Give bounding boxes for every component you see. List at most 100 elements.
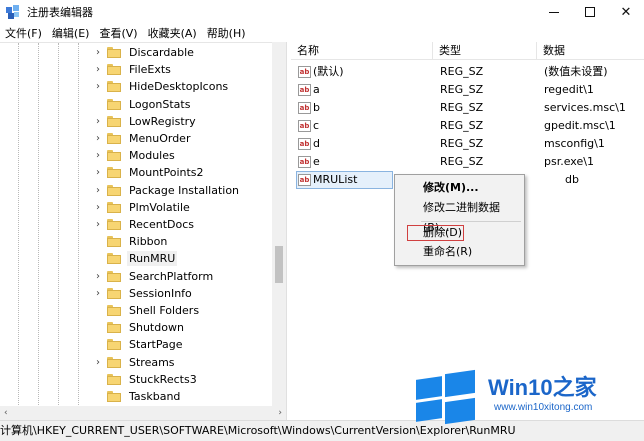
tree-item-label: StartPage [129,338,183,352]
expand-chevron-icon[interactable]: › [93,288,103,299]
tree-item[interactable]: StartPage [93,336,185,353]
context-rename[interactable]: 重命名(R) [395,242,524,262]
folder-icon [107,64,121,76]
maximize-button[interactable] [572,0,608,24]
tree-item[interactable]: › Modules [93,147,177,164]
tree-item[interactable]: StuckRects3 [93,371,199,388]
tree-vertical-scrollbar[interactable] [272,42,286,406]
tree-guide-line [58,43,59,406]
tree-item[interactable]: Shell Folders [93,302,201,319]
expand-chevron-icon[interactable]: › [93,133,103,144]
tree-item-label: MountPoints2 [129,166,204,180]
value-name: b [313,101,320,114]
tree-item[interactable]: › HideDesktopIcons [93,78,230,95]
value-data: msconfig\1 [544,137,605,150]
windows-logo-icon [416,369,478,425]
watermark: Win10之家 www.win10xitong.com [410,366,638,426]
tree-item[interactable]: › SessionInfo [93,285,194,302]
context-separator [421,221,521,222]
value-data: db [565,173,579,186]
context-modify[interactable]: 修改(M)... [395,178,524,198]
menu-help[interactable]: 帮助(H) [202,25,251,41]
value-data: (数值未设置) [544,65,608,78]
expand-chevron-icon[interactable]: › [93,167,103,178]
column-header-name[interactable]: 名称 [291,42,433,60]
scroll-right-icon[interactable]: › [278,408,282,418]
tree-item[interactable]: LogonStats [93,96,192,113]
value-row[interactable]: ab d REG_SZ msconfig\1 [291,135,644,153]
expand-chevron-icon[interactable]: › [93,64,103,75]
string-value-icon: ab [298,66,311,78]
tree-item[interactable]: › LowRegistry [93,113,198,130]
string-value-icon: ab [298,156,311,168]
tree-item[interactable]: › Streams [93,354,177,371]
tree-item[interactable]: › PlmVolatile [93,199,192,216]
folder-icon [107,236,121,248]
scroll-left-icon[interactable]: ‹ [4,408,8,418]
tree-item-label: LogonStats [129,97,191,111]
context-modify-binary[interactable]: 修改二进制数据(B)... [395,198,524,234]
tree-item-label: FileExts [129,63,171,77]
tree-item[interactable]: Shutdown [93,319,186,336]
maximize-icon [585,7,595,17]
value-data: services.msc\1 [544,101,626,114]
tree-item[interactable]: RunMRU [93,250,178,267]
column-header-data[interactable]: 数据 [537,42,644,60]
tree-guide-line [78,43,79,406]
tree-item-label: PlmVolatile [129,200,190,214]
expand-chevron-icon[interactable]: › [93,47,103,58]
tree-item[interactable]: › Package Installation [93,182,241,199]
expand-chevron-icon[interactable]: › [93,81,103,92]
value-row[interactable]: ab a REG_SZ regedit\1 [291,81,644,99]
folder-icon [107,339,121,351]
expand-chevron-icon[interactable]: › [93,185,103,196]
minimize-button[interactable] [536,0,572,24]
folder-icon [107,270,121,282]
folder-icon [107,133,121,144]
close-button[interactable]: ✕ [608,0,644,24]
menu-edit[interactable]: 编辑(E) [47,25,95,41]
value-row[interactable]: ab e REG_SZ psr.exe\1 [291,153,644,171]
menu-file[interactable]: 文件(F) [0,25,47,41]
string-value-icon: ab [298,102,311,114]
tree-item-label: SearchPlatform [129,269,214,283]
context-delete[interactable]: 删除(D) [395,223,524,243]
tree-horizontal-scrollbar[interactable]: ‹ › [0,406,286,420]
value-name: (默认) [313,65,344,78]
tree-item-label: LowRegistry [129,114,196,128]
tree-item-label: RecentDocs [129,218,194,231]
folder-icon [107,373,121,385]
expand-chevron-icon[interactable]: › [93,202,103,213]
menu-view[interactable]: 查看(V) [94,25,142,41]
menu-favorites[interactable]: 收藏夹(A) [143,25,202,41]
expand-chevron-icon[interactable]: › [93,357,103,368]
value-name: MRUList [313,173,358,186]
tree-item[interactable]: › Discardable [93,44,196,61]
value-data: regedit\1 [544,83,594,96]
expand-chevron-icon[interactable]: › [93,116,103,127]
expand-chevron-icon[interactable]: › [93,271,103,282]
tree-item[interactable]: › SearchPlatform [93,268,215,285]
tree-item-label: Discardable [129,46,194,59]
tree-item[interactable]: › FileExts [93,61,173,78]
expand-chevron-icon[interactable]: › [93,219,103,230]
tree-guide-line [18,43,19,406]
tree-item[interactable]: Taskband [93,388,182,405]
registry-tree[interactable]: › Discardable › FileExts › HideDesktopIcons Lo… [0,42,286,406]
expand-chevron-icon[interactable]: › [93,150,103,161]
tree-item[interactable]: › MenuOrder [93,130,192,147]
string-value-icon: ab [298,174,311,186]
column-header-type[interactable]: 类型 [433,42,537,60]
value-row[interactable]: ab (默认) REG_SZ (数值未设置) [291,63,644,81]
value-type: REG_SZ [440,119,484,132]
tree-item[interactable]: › MountPoints2 [93,164,206,181]
tree-scroll-thumb[interactable] [275,246,283,283]
close-icon: ✕ [620,4,632,20]
tree-item[interactable]: › RecentDocs [93,216,196,233]
value-row[interactable]: ab b REG_SZ services.msc\1 [291,99,644,117]
tree-item[interactable]: Ribbon [93,233,169,250]
tree-item-label: Shutdown [129,321,184,335]
value-row[interactable]: ab c REG_SZ gpedit.msc\1 [291,117,644,135]
folder-icon [107,47,121,58]
folder-icon [107,253,121,265]
